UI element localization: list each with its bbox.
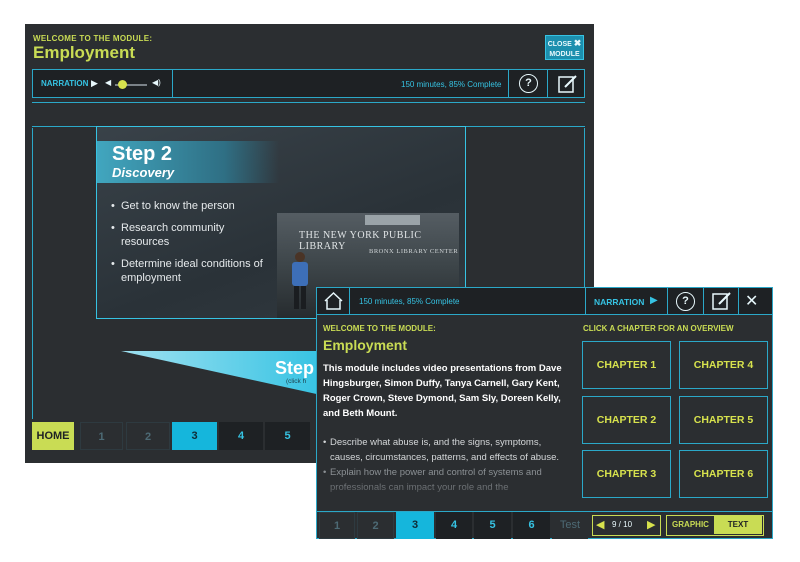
slide-bullet-list: Get to know the person Research communit…	[111, 199, 271, 293]
chapter-1-button[interactable]: CHAPTER 1	[582, 341, 671, 389]
close-label: CLOSE	[547, 41, 572, 48]
module-title: Employment	[33, 43, 136, 62]
speaker-low-icon[interactable]: ◀	[105, 78, 111, 87]
progress-status: 150 minutes, 85% Complete	[401, 80, 502, 89]
slide-bullet: Get to know the person	[111, 199, 271, 213]
page-3-button[interactable]: 3	[172, 422, 217, 450]
volume-slider-handle[interactable]	[118, 80, 128, 89]
chapter-2-button[interactable]: CHAPTER 2	[582, 396, 671, 444]
close-icon[interactable]: ✕	[745, 291, 758, 311]
test-button[interactable]: Test	[552, 512, 588, 539]
home-icon	[324, 291, 343, 310]
page-6-button[interactable]: 6	[513, 512, 550, 539]
person-figure	[292, 252, 308, 309]
previous-arrow-icon[interactable]: ◀	[596, 518, 604, 531]
module-window-front: 150 minutes, 85% Complete NARRATION ▶ ? …	[316, 287, 773, 539]
divider	[703, 288, 704, 314]
divider	[547, 70, 548, 97]
page-1-button[interactable]: 1	[319, 512, 355, 539]
slide-subheading: Discovery	[112, 165, 175, 180]
building-window	[365, 215, 420, 225]
narration-label: NARRATION	[41, 79, 89, 88]
graphic-toggle[interactable]: GRAPHIC	[667, 516, 714, 534]
view-toggle: GRAPHIC TEXT	[666, 515, 764, 536]
chapter-6-button[interactable]: CHAPTER 6	[679, 450, 768, 498]
page-4-button[interactable]: 4	[436, 512, 472, 539]
content-header-band	[32, 102, 585, 127]
chapter-4-button[interactable]: CHAPTER 4	[679, 341, 768, 389]
module-title: Employment	[323, 337, 408, 353]
home-page-button[interactable]: HOME	[32, 422, 74, 450]
home-button[interactable]	[317, 288, 350, 314]
page-2-button[interactable]: 2	[357, 512, 394, 539]
notepad-pencil-icon[interactable]	[557, 74, 579, 94]
page-1-button[interactable]: 1	[80, 422, 123, 450]
narration-bar: NARRATION ▶ ◀ ◀) 150 minutes, 85% Comple…	[32, 69, 585, 98]
welcome-label: WELCOME TO THE MODULE:	[323, 324, 436, 333]
text-toggle[interactable]: TEXT	[714, 516, 762, 534]
chapter-3-button[interactable]: CHAPTER 3	[582, 450, 671, 498]
play-icon[interactable]: ▶	[650, 295, 658, 306]
page-3-button[interactable]: 3	[396, 512, 434, 539]
page-5-button[interactable]: 5	[265, 422, 310, 450]
next-step-wedge[interactable]: Step (click h	[121, 349, 321, 397]
next-step-hint: (click h	[286, 378, 307, 385]
divider	[585, 288, 586, 314]
chapter-header: CLICK A CHAPTER FOR AN OVERVIEW	[583, 324, 734, 333]
page-navigation: 1 2 3 4 5 6 Test ◀ 9 / 10 ▶ GRAPHIC TEXT	[317, 511, 772, 539]
close-module-button[interactable]: CLOSE ✖ MODULE	[545, 35, 584, 60]
text-fade-overlay	[317, 478, 567, 510]
help-icon[interactable]: ?	[676, 292, 695, 311]
next-arrow-icon[interactable]: ▶	[647, 518, 655, 531]
module-intro: This module includes video presentations…	[323, 363, 562, 419]
photo-sign-subtext: BRONX LIBRARY CENTER	[369, 248, 459, 255]
page-2-button[interactable]: 2	[126, 422, 170, 450]
play-icon[interactable]: ▶	[91, 78, 98, 89]
divider	[172, 70, 173, 97]
progress-status: 150 minutes, 85% Complete	[359, 297, 460, 306]
slide-pager: ◀ 9 / 10 ▶	[592, 515, 661, 536]
page-5-button[interactable]: 5	[474, 512, 511, 539]
objective-item: Describe what abuse is, and the signs, s…	[323, 435, 563, 465]
chapter-5-button[interactable]: CHAPTER 5	[679, 396, 768, 444]
slide-indicator: 9 / 10	[612, 520, 633, 529]
top-toolbar: 150 minutes, 85% Complete NARRATION ▶ ? …	[317, 288, 772, 315]
divider	[667, 288, 668, 314]
divider	[738, 288, 739, 314]
close-icon: ✖	[573, 38, 582, 48]
divider	[508, 70, 509, 97]
page-navigation: HOME 1 2 3 4 5	[32, 422, 312, 450]
help-icon[interactable]: ?	[519, 74, 538, 93]
narration-label[interactable]: NARRATION	[594, 297, 644, 307]
welcome-label: WELCOME TO THE MODULE:	[33, 34, 153, 43]
slide-heading: Step 2	[112, 143, 173, 165]
speaker-high-icon[interactable]: ◀)	[152, 78, 161, 87]
slide-bullet: Research community resources	[111, 221, 271, 249]
next-step-label: Step	[275, 358, 315, 378]
module-label: MODULE	[549, 51, 580, 58]
slide-bullet: Determine ideal conditions of employment	[111, 257, 271, 285]
page-4-button[interactable]: 4	[219, 422, 263, 450]
notepad-pencil-icon[interactable]	[711, 291, 733, 311]
